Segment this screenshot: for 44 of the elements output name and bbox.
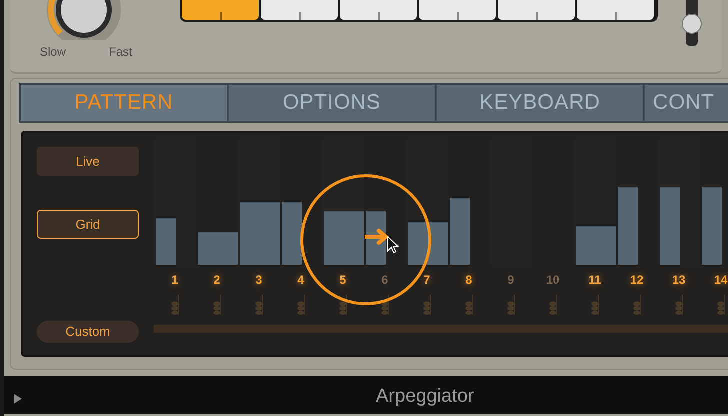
arrow-icon bbox=[365, 229, 389, 245]
step-number[interactable]: 2 bbox=[196, 271, 238, 289]
note-stack-icon bbox=[170, 295, 180, 315]
mode-button[interactable]: Live bbox=[37, 147, 139, 176]
length-track[interactable] bbox=[154, 325, 728, 333]
note-stack-icon bbox=[338, 295, 348, 315]
note-stack-icon bbox=[548, 295, 558, 315]
step-number[interactable]: 1 bbox=[154, 271, 196, 289]
note-order-button[interactable] bbox=[182, 0, 259, 20]
step-bar[interactable] bbox=[408, 222, 448, 265]
mode-button[interactable]: Grid bbox=[37, 210, 139, 239]
knob-label: Fast bbox=[109, 44, 132, 61]
step-bar[interactable] bbox=[282, 202, 302, 265]
note-order-button[interactable] bbox=[498, 0, 575, 20]
note-order-button[interactable] bbox=[340, 0, 417, 20]
mode-button[interactable]: Custom bbox=[37, 321, 139, 343]
note-stack-icon bbox=[716, 295, 726, 315]
note-stack-icon bbox=[380, 295, 390, 315]
note-stack-icon bbox=[296, 295, 306, 315]
step-number[interactable]: 3 bbox=[238, 271, 280, 289]
step-number[interactable]: 4 bbox=[280, 271, 322, 289]
knob[interactable] bbox=[44, 0, 124, 40]
window-title: Arpeggiator bbox=[376, 385, 474, 409]
note-stack-icon bbox=[590, 295, 600, 315]
step-number[interactable]: 8 bbox=[448, 271, 490, 289]
step-number[interactable]: 7 bbox=[406, 271, 448, 289]
disclosure-icon[interactable] bbox=[14, 394, 22, 404]
step-number[interactable]: 11 bbox=[574, 271, 616, 289]
note-order-button[interactable] bbox=[419, 0, 496, 20]
note-stack-icon bbox=[506, 295, 516, 315]
note-order-button[interactable] bbox=[261, 0, 338, 20]
step-number[interactable]: 5 bbox=[322, 271, 364, 289]
knob-label: Slow bbox=[40, 44, 66, 61]
note-stack-icon bbox=[422, 295, 432, 315]
step-number[interactable]: 14 bbox=[700, 271, 728, 289]
note-stack-icon bbox=[632, 295, 642, 315]
cursor-icon bbox=[387, 236, 399, 254]
step-number[interactable]: 13 bbox=[658, 271, 700, 289]
note-stack-icon bbox=[674, 295, 684, 315]
note-stack-icon bbox=[254, 295, 264, 315]
step-number[interactable]: 12 bbox=[616, 271, 658, 289]
note-stack-icon bbox=[212, 295, 222, 315]
note-order-button[interactable] bbox=[577, 0, 654, 20]
note-stack-icon bbox=[464, 295, 474, 315]
